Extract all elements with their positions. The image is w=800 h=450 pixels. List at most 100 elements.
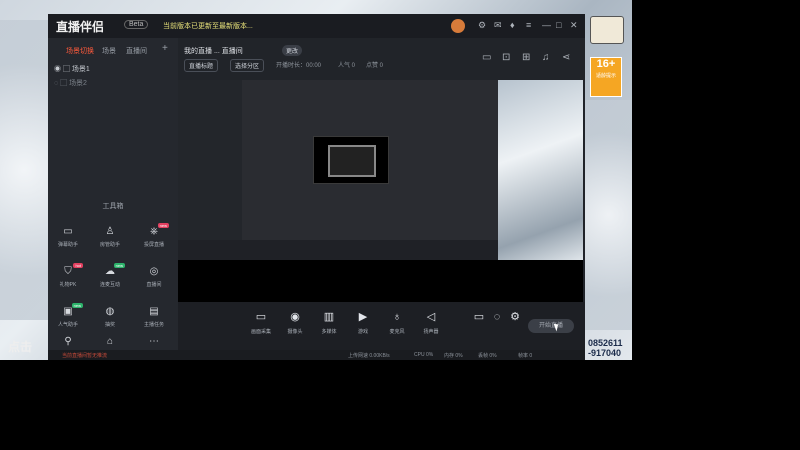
tool-cast[interactable]: new ⎈ 投屏直播 <box>136 223 172 248</box>
update-notice[interactable]: 当前版本已更新至最新版本... <box>163 21 253 31</box>
add-scene-icon[interactable]: + <box>162 43 168 54</box>
screen-capture-button[interactable]: ▭ 画面采集 <box>244 310 278 335</box>
tool-label: 多媒体 <box>321 329 337 335</box>
scene-item[interactable]: ◉ ▢ 场景1 <box>54 64 90 74</box>
media-button[interactable]: ▥ 多媒体 <box>312 310 346 335</box>
tool-lottery[interactable]: ◍ 抽奖 <box>92 306 128 328</box>
scene-label: 场景1 <box>71 66 90 73</box>
tool-label: 画面采集 <box>250 329 271 335</box>
tool-popularity[interactable]: new ▣ 人气助手 <box>50 303 86 328</box>
settings-button[interactable]: ⚙ <box>498 310 532 324</box>
overlay-caption: 点击 <box>8 340 33 354</box>
menu-icon[interactable]: ≡ <box>526 20 531 30</box>
maximize-icon[interactable]: □ <box>556 20 561 30</box>
status-memory: 内存 0% <box>444 353 463 359</box>
target-icon: ◎ <box>149 266 159 277</box>
message-icon[interactable]: ✉ <box>494 20 502 31</box>
tool-label: 弹幕助手 <box>57 242 78 248</box>
start-live-button[interactable]: 开始直播 <box>528 319 574 333</box>
close-icon[interactable]: ✕ <box>570 20 578 31</box>
stat-likes: 点赞 0 <box>366 63 384 69</box>
user-icon: ♙ <box>105 226 115 237</box>
scene-label: 场景2 <box>69 80 87 87</box>
tool-label: 人气助手 <box>57 322 78 328</box>
tool-label: 抽奖 <box>104 322 115 328</box>
stream-preview[interactable] <box>178 80 583 302</box>
status-bar: 当前直播间暂无推流 上传网速 0.00KB/s CPU 0% 内存 0% 丢帧 … <box>48 350 585 360</box>
tool-label: 扬声器 <box>423 329 439 335</box>
record-icon[interactable]: ▭ <box>482 52 491 63</box>
nested-preview-level3 <box>313 136 389 184</box>
user-avatar[interactable] <box>451 19 465 33</box>
tab-room[interactable]: 直播间 <box>126 46 147 56</box>
gift-icon: ◍ <box>105 306 115 317</box>
chat-icon: ▭ <box>63 226 73 237</box>
screenshot-icon[interactable]: ⊞ <box>522 52 530 63</box>
camera-icon: ◉ <box>290 311 300 323</box>
new-badge: new <box>157 223 169 228</box>
tool-danmu[interactable]: ▭ 弹幕助手 <box>50 226 86 248</box>
phone-number: 0852611 -917040 <box>588 338 623 358</box>
shirt-icon[interactable]: ♦ <box>510 20 515 30</box>
status-dropped: 丢帧 0% <box>478 353 497 359</box>
tool-home[interactable]: ⌂ <box>92 336 128 348</box>
settings-icon[interactable]: ⚙ <box>478 20 486 31</box>
status-cpu: CPU 0% <box>414 352 434 358</box>
status-fps: 帧率 0 <box>518 353 533 359</box>
version-badge[interactable]: Beta <box>124 20 149 29</box>
edit-title-button[interactable]: 直播标题 <box>184 59 219 72</box>
stream-status: 当前直播间暂无推流 <box>62 353 108 359</box>
new-badge: new <box>113 263 125 268</box>
edit-room-button[interactable]: 更改 <box>282 45 303 56</box>
media-icon: ▥ <box>323 311 335 323</box>
lock-icon[interactable]: ⊡ <box>502 52 510 63</box>
more-icon: ⋯ <box>149 336 159 347</box>
tool-more[interactable]: ⋯ <box>136 336 172 348</box>
age-rating-text: 16+ <box>596 58 616 70</box>
toolbox-title: 工具箱 <box>102 203 124 210</box>
microphone-button[interactable]: ♁ 麦克风 <box>380 310 414 335</box>
title-bar: 直播伴侣 Beta 当前版本已更新至最新版本... ⚙ ✉ ♦ ≡ — □ ✕ <box>48 14 585 38</box>
notification-icon[interactable]: ♫ <box>542 52 550 63</box>
tool-label: 直播间 <box>146 282 162 288</box>
new-badge: new <box>71 303 83 308</box>
home-icon: ⌂ <box>106 336 114 347</box>
streaming-app-window: 直播伴侣 Beta 当前版本已更新至最新版本... ⚙ ✉ ♦ ≡ — □ ✕ … <box>48 14 585 360</box>
minimize-icon[interactable]: — <box>542 20 551 30</box>
share-icon[interactable]: ⋖ <box>562 52 570 63</box>
room-header: 我的直播 ... 直播间 更改 直播标题 选择分区 开播时长：00:00 人气 … <box>178 38 585 80</box>
hot-badge: hot <box>73 263 83 268</box>
tool-room-manager[interactable]: ♙ 房管助手 <box>92 226 128 248</box>
stat-duration: 开播时长：00:00 <box>276 63 322 69</box>
phone-line-1: 0852611 <box>588 338 623 348</box>
nested-snow-background <box>498 80 583 260</box>
nested-toolbar <box>178 240 498 260</box>
nested-preview-level2 <box>268 118 428 208</box>
tool-label: 投屏直播 <box>143 242 164 248</box>
tool-room[interactable]: ◎ 直播间 <box>136 266 172 288</box>
speaker-button[interactable]: ◁ 扬声器 <box>414 310 448 335</box>
age-rating-subtext: 适龄提示 <box>595 73 616 79</box>
tool-label: 礼物PK <box>59 282 77 288</box>
tab-scene-switch[interactable]: 场景切换 <box>66 46 94 56</box>
category-button[interactable]: 选择分区 <box>230 59 265 72</box>
tool-label: 连麦互动 <box>99 282 120 288</box>
room-title: 我的直播 ... 直播间 <box>184 48 243 55</box>
tool-tasks[interactable]: ▤ 主播任务 <box>136 306 172 328</box>
tool-label: 游戏 <box>357 329 368 335</box>
tab-scene[interactable]: 场景 <box>102 46 116 56</box>
tool-search[interactable]: ⚲ <box>50 336 86 348</box>
tool-gift-pk[interactable]: hot ⛉ 礼物PK <box>50 263 86 288</box>
nested-left-panel <box>178 80 242 260</box>
scene-item[interactable]: ◌ ▢ 场景2 <box>54 78 87 88</box>
game-button[interactable]: ▶ 游戏 <box>346 310 380 335</box>
camera-button[interactable]: ◉ 摄像头 <box>278 310 312 335</box>
desktop-app-icon[interactable] <box>590 16 624 44</box>
tool-label: 主播任务 <box>143 322 164 328</box>
nested-preview-level4 <box>328 145 376 177</box>
tool-label: 摄像头 <box>287 329 303 335</box>
tool-link-mic[interactable]: new ☁ 连麦互动 <box>92 263 128 288</box>
shield-icon: ⛉ <box>64 266 72 277</box>
mic-icon: ♁ <box>392 311 402 323</box>
speaker-icon: ◁ <box>426 311 436 323</box>
